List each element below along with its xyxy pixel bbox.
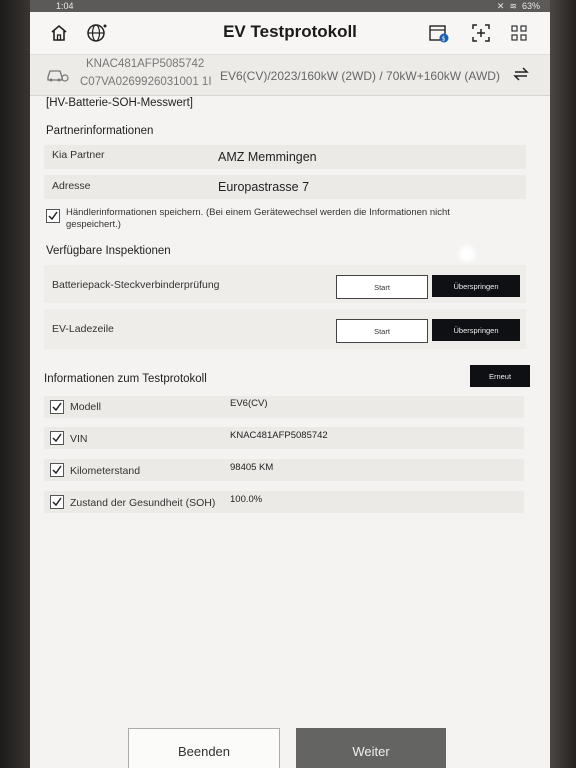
checkmark-icon (52, 433, 62, 443)
calendar-c-icon[interactable]: $ (428, 22, 450, 44)
app-bar: EV Testprotokoll $ (30, 12, 550, 55)
next-button[interactable]: Weiter (296, 728, 446, 768)
protocol-row-bg (44, 396, 524, 418)
vehicle-code: C07VA0269926031001 1I (80, 76, 212, 88)
address-value: Europastrasse 7 (218, 180, 310, 194)
status-time: 1:04 (56, 1, 74, 11)
inspection-label: Batteriepack-Steckverbinderprüfung (52, 279, 220, 291)
refresh-icon[interactable] (512, 65, 530, 86)
battery-level: 63% (521, 1, 540, 11)
model-value: EV6(CV) (230, 398, 268, 409)
main-content: [HV-Batterie-SOH-Messwert] Partnerinform… (30, 95, 550, 768)
finish-button[interactable]: Beenden (128, 728, 280, 768)
expand-plus-icon[interactable] (470, 22, 492, 44)
tablet-bezel (0, 0, 34, 768)
checkmark-icon (52, 497, 62, 507)
vin-label: VIN (70, 433, 88, 445)
address-label: Adresse (52, 180, 91, 192)
svg-text:$: $ (442, 36, 446, 43)
vehicle-connection-icon (46, 63, 70, 88)
screen-glare (456, 243, 478, 265)
checkmark-icon (52, 402, 62, 412)
mileage-value: 98405 KM (230, 462, 274, 473)
grid-menu-icon[interactable] (508, 22, 530, 44)
vehicle-info-bar: KNAC481AFP5085742 C07VA0269926031001 1I … (30, 55, 550, 96)
protocol-section-title: Informationen zum Testprotokoll (44, 373, 207, 385)
checkmark-icon (52, 465, 62, 475)
mileage-label: Kilometerstand (70, 465, 141, 477)
checkmark-icon (48, 211, 58, 221)
start-battery-inspection-button[interactable]: Start (336, 275, 428, 299)
partner-label: Kia Partner (52, 149, 105, 161)
retry-button[interactable]: Erneut (470, 365, 530, 387)
start-charging-inspection-button[interactable]: Start (336, 319, 428, 343)
inspections-section-title: Verfügbare Inspektionen (46, 245, 171, 257)
app-screen: 1:04 ✕ ≋ 63% EV Testprotokoll $ KNAC481A… (30, 0, 550, 768)
save-dealer-label: Händlerinformationen speichern. (Bei ein… (66, 207, 450, 230)
vin-checkbox[interactable] (50, 431, 64, 445)
soh-value: 100.0% (230, 494, 263, 505)
save-dealer-checkbox[interactable] (46, 209, 60, 223)
soh-label: Zustand der Gesundheit (SOH) (70, 497, 216, 509)
status-bar: 1:04 ✕ ≋ 63% (30, 0, 550, 12)
vehicle-spec: EV6(CV)/2023/160kW (2WD) / 70kW+160kW (A… (220, 69, 500, 83)
partner-value: AMZ Memmingen (218, 150, 317, 164)
model-label: Modell (70, 401, 101, 413)
skip-charging-inspection-button[interactable]: Überspringen (432, 319, 520, 341)
vin-value: KNAC481AFP5085742 (230, 430, 328, 441)
model-checkbox[interactable] (50, 400, 64, 414)
wifi-icon: ≋ (509, 0, 517, 11)
inspection-label: EV-Ladezeile (52, 323, 114, 335)
soh-checkbox[interactable] (50, 495, 64, 509)
partner-section-title: Partnerinformationen (46, 125, 154, 137)
mute-icon: ✕ (496, 0, 505, 11)
vehicle-vin: KNAC481AFP5085742 (86, 58, 205, 70)
page-heading: [HV-Batterie-SOH-Messwert] (46, 97, 193, 109)
mileage-checkbox[interactable] (50, 463, 64, 477)
tablet-bezel (550, 0, 576, 768)
skip-battery-inspection-button[interactable]: Überspringen (432, 275, 520, 297)
